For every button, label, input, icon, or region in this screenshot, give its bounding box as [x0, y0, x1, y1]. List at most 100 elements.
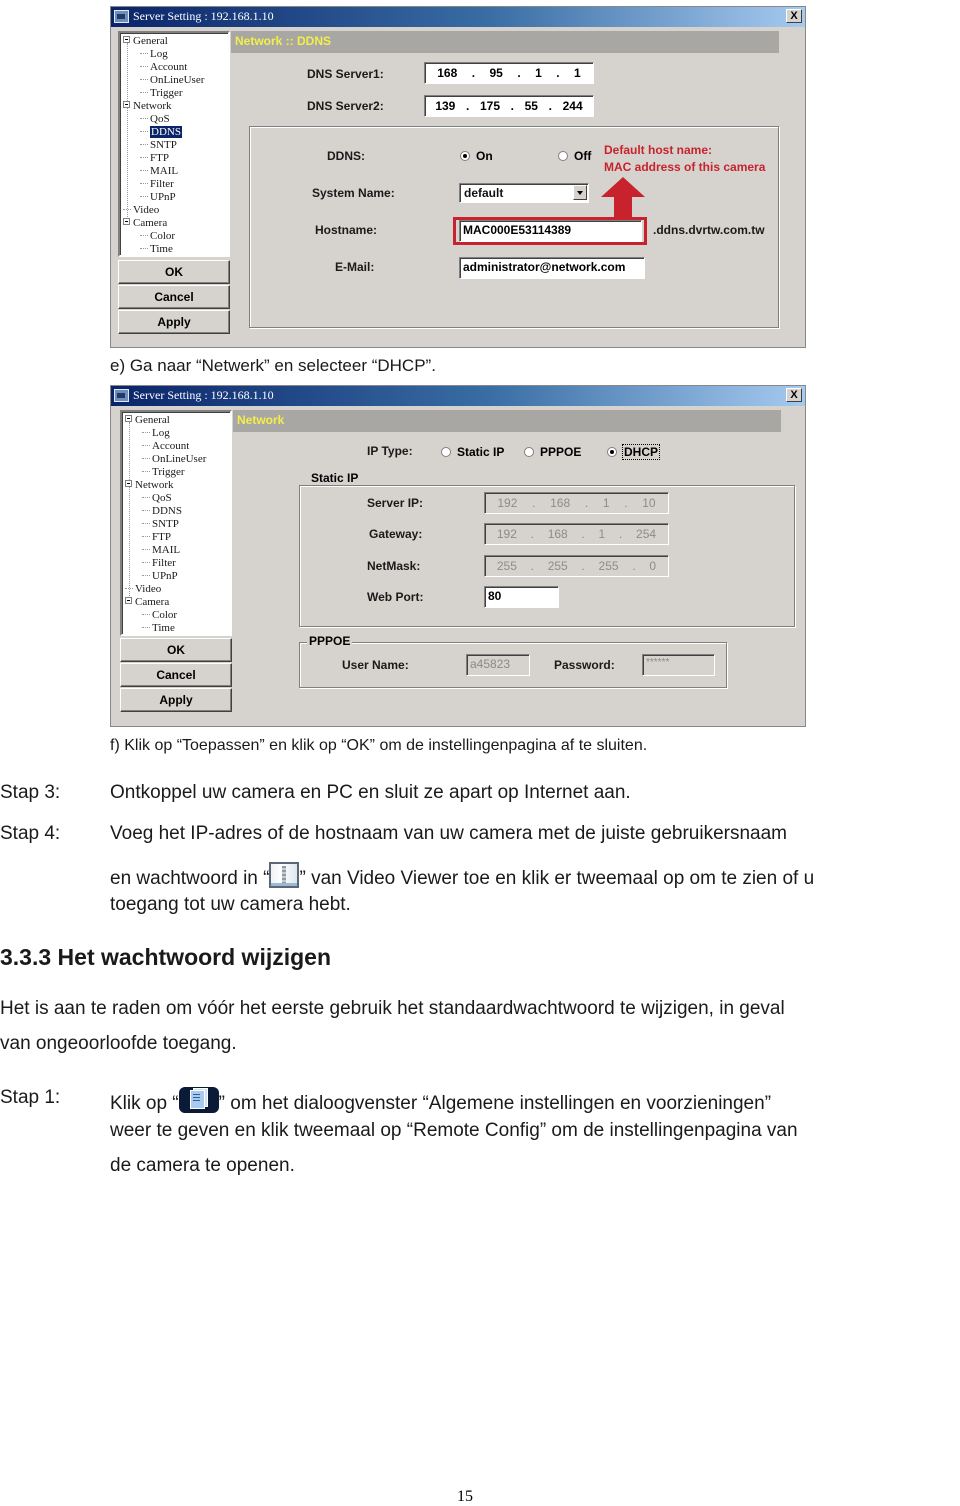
tree-item-onlineuser[interactable]: OnLineUser [142, 453, 206, 466]
title-bar[interactable]: Server Setting : 192.168.1.10 X [111, 386, 805, 406]
tree-item-qos[interactable]: QoS [140, 113, 170, 126]
tree-item-camera[interactable]: Camera [125, 596, 169, 609]
tree-item-account[interactable]: Account [142, 440, 189, 453]
tree-item-mail[interactable]: MAIL [142, 544, 180, 557]
close-button[interactable]: X [786, 9, 802, 23]
tree-item-camera[interactable]: Camera [123, 217, 167, 230]
octet: 255 [547, 559, 568, 573]
ddns-on-radio[interactable]: On [460, 149, 493, 163]
octet: 95 [489, 66, 503, 80]
tree-item-trigger[interactable]: Trigger [140, 87, 183, 100]
tree-item-time[interactable]: Time [142, 622, 175, 634]
netmask-input[interactable]: 255. 255. 255. 0 [484, 555, 669, 577]
tree-item-video[interactable]: Video [123, 204, 159, 217]
tree-item-label: Trigger [152, 466, 185, 478]
server-setting-window-ddns: Server Setting : 192.168.1.10 X General L… [110, 6, 806, 348]
dns-server2-label: DNS Server2: [307, 99, 384, 113]
ok-button[interactable]: OK [120, 638, 232, 662]
tree-item-label: Trigger [150, 87, 183, 99]
tree-item-ddns[interactable]: DDNS [142, 505, 182, 518]
step-1-line3: de camera te openen. [110, 1155, 295, 1176]
tree-item-network[interactable]: Network [125, 479, 174, 492]
tree-item-label: Network [135, 479, 174, 491]
tree-item-upnp[interactable]: UPnP [142, 570, 178, 583]
tree-item-filter[interactable]: Filter [142, 557, 176, 570]
radio-label: PPPOE [540, 445, 582, 459]
hostname-input[interactable]: MAC000E53114389 [459, 220, 642, 242]
pppoe-radio[interactable]: PPPOE [524, 445, 581, 459]
close-button[interactable]: X [786, 388, 802, 402]
ok-button[interactable]: OK [118, 260, 230, 284]
tree-connector [142, 536, 150, 537]
web-port-input[interactable]: 80 [484, 586, 559, 608]
chevron-down-icon[interactable] [573, 185, 587, 200]
paragraph-line1: Het is aan te raden om vóór het eerste g… [0, 998, 785, 1019]
collapse-icon[interactable] [125, 480, 132, 487]
ddns-off-radio[interactable]: Off [558, 149, 591, 163]
tree-item-sntp[interactable]: SNTP [142, 518, 179, 531]
tree-item-ftp[interactable]: FTP [140, 152, 169, 165]
tree-item-network[interactable]: Network [123, 100, 172, 113]
tree-item-onlineuser[interactable]: OnLineUser [140, 74, 204, 87]
apply-button[interactable]: Apply [120, 688, 232, 712]
tree-item-sntp[interactable]: SNTP [140, 139, 177, 152]
system-name-select[interactable]: default [459, 183, 589, 203]
collapse-icon[interactable] [125, 597, 132, 604]
tree-item-label: Filter [150, 178, 174, 190]
dns-server1-input[interactable]: 168. 95. 1. 1 [424, 62, 594, 84]
tree-item-trigger[interactable]: Trigger [142, 466, 185, 479]
radio-label: Static IP [457, 445, 505, 459]
tree-item-color[interactable]: Color [142, 609, 177, 622]
tree-item-label: DDNS [150, 126, 182, 138]
tree-item-video[interactable]: Video [125, 583, 161, 596]
tree-item-qos[interactable]: QoS [142, 492, 172, 505]
tree-item-account[interactable]: Account [140, 61, 187, 74]
text-fragment: en wachtwoord in “ [110, 868, 270, 889]
radio-label: On [476, 149, 493, 163]
title-bar[interactable]: Server Setting : 192.168.1.10 X [111, 7, 805, 27]
tree-item-general[interactable]: General [125, 414, 170, 427]
octet: 192 [496, 527, 517, 541]
cancel-button[interactable]: Cancel [120, 663, 232, 687]
tree-item-time[interactable]: Time [140, 243, 173, 255]
radio-unselected-icon [524, 447, 534, 457]
tree-item-label: Video [133, 204, 160, 216]
step-1-label: Stap 1: [0, 1087, 61, 1108]
tree-item-ftp[interactable]: FTP [142, 531, 171, 544]
collapse-icon[interactable] [123, 218, 130, 225]
hostname-label: Hostname: [315, 223, 378, 237]
server-ip-input[interactable]: 192. 168. 1. 10 [484, 492, 669, 514]
dhcp-radio[interactable]: DHCP [607, 444, 661, 460]
tree-item-general[interactable]: General [123, 35, 168, 48]
settings-tree[interactable]: General Log Account OnLineUser Trigger Networ… [120, 410, 232, 636]
tree-connector [140, 235, 148, 236]
tree-item-ddns[interactable]: DDNS [140, 126, 182, 139]
text-fragment: ” om het dialoogvenster “Algemene instel… [218, 1093, 772, 1114]
gateway-input[interactable]: 192. 168. 1. 254 [484, 523, 669, 545]
apply-button[interactable]: Apply [118, 310, 230, 334]
collapse-icon[interactable] [125, 415, 132, 422]
tree-item-filter[interactable]: Filter [140, 178, 174, 191]
user-name-input[interactable]: a45823 [466, 654, 530, 676]
tree-item-color[interactable]: Color [140, 230, 175, 243]
tree-item-label: Camera [133, 217, 168, 229]
collapse-icon[interactable] [123, 101, 130, 108]
server-ip-label: Server IP: [367, 496, 424, 510]
cancel-button[interactable]: Cancel [118, 285, 230, 309]
email-input[interactable]: administrator@network.com [459, 257, 645, 279]
tree-item-upnp[interactable]: UPnP [140, 191, 176, 204]
step-3-label: Stap 3: [0, 782, 61, 803]
tree-item-log[interactable]: Log [140, 48, 168, 61]
tree-connector [142, 471, 150, 472]
radio-label: DHCP [621, 444, 661, 460]
collapse-icon[interactable] [123, 36, 130, 43]
tree-connector [142, 575, 150, 576]
dns-server2-input[interactable]: 139. 175. 55. 244 [424, 95, 594, 117]
settings-tree[interactable]: General Log Account OnLineUser Trigger Networ… [118, 31, 230, 257]
tree-connector [140, 248, 148, 249]
password-input[interactable]: ****** [642, 654, 715, 676]
tree-item-log[interactable]: Log [142, 427, 170, 440]
tree-item-mail[interactable]: MAIL [140, 165, 178, 178]
static-ip-radio[interactable]: Static IP [441, 445, 504, 459]
octet: 244 [562, 99, 583, 113]
